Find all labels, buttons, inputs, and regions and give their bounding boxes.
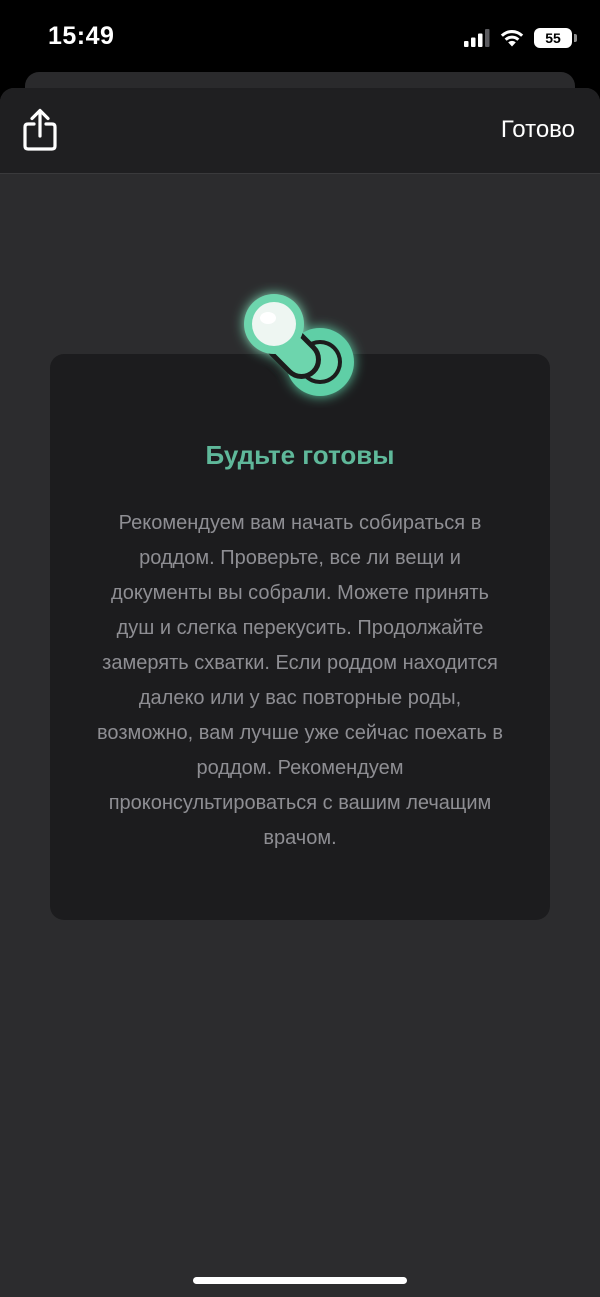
battery-level: 55 (545, 30, 561, 46)
screen: 15:49 55 Готово Будьте готовы Рекомендуе… (0, 0, 600, 1297)
cellular-signal-icon (464, 29, 490, 47)
modal-sheet: Готово Будьте готовы Рекомендуем вам нач… (0, 88, 600, 1297)
status-bar: 15:49 55 (0, 0, 600, 72)
home-indicator[interactable] (193, 1277, 407, 1284)
battery-tip (574, 34, 577, 42)
card-text: Рекомендуем вам начать собираться в родд… (97, 512, 503, 849)
done-button[interactable]: Готово (501, 116, 575, 144)
pacifier-icon (244, 294, 354, 396)
nav-bar: Готово (0, 88, 600, 174)
card-title: Будьте готовы (205, 440, 395, 470)
share-icon (23, 108, 57, 151)
status-icons: 55 (464, 27, 577, 49)
wifi-icon (500, 30, 524, 47)
info-card: Будьте готовы Рекомендуем вам начать соб… (50, 354, 550, 920)
share-button[interactable] (18, 106, 62, 154)
status-time: 15:49 (48, 22, 115, 50)
battery-icon: 55 (534, 28, 577, 48)
